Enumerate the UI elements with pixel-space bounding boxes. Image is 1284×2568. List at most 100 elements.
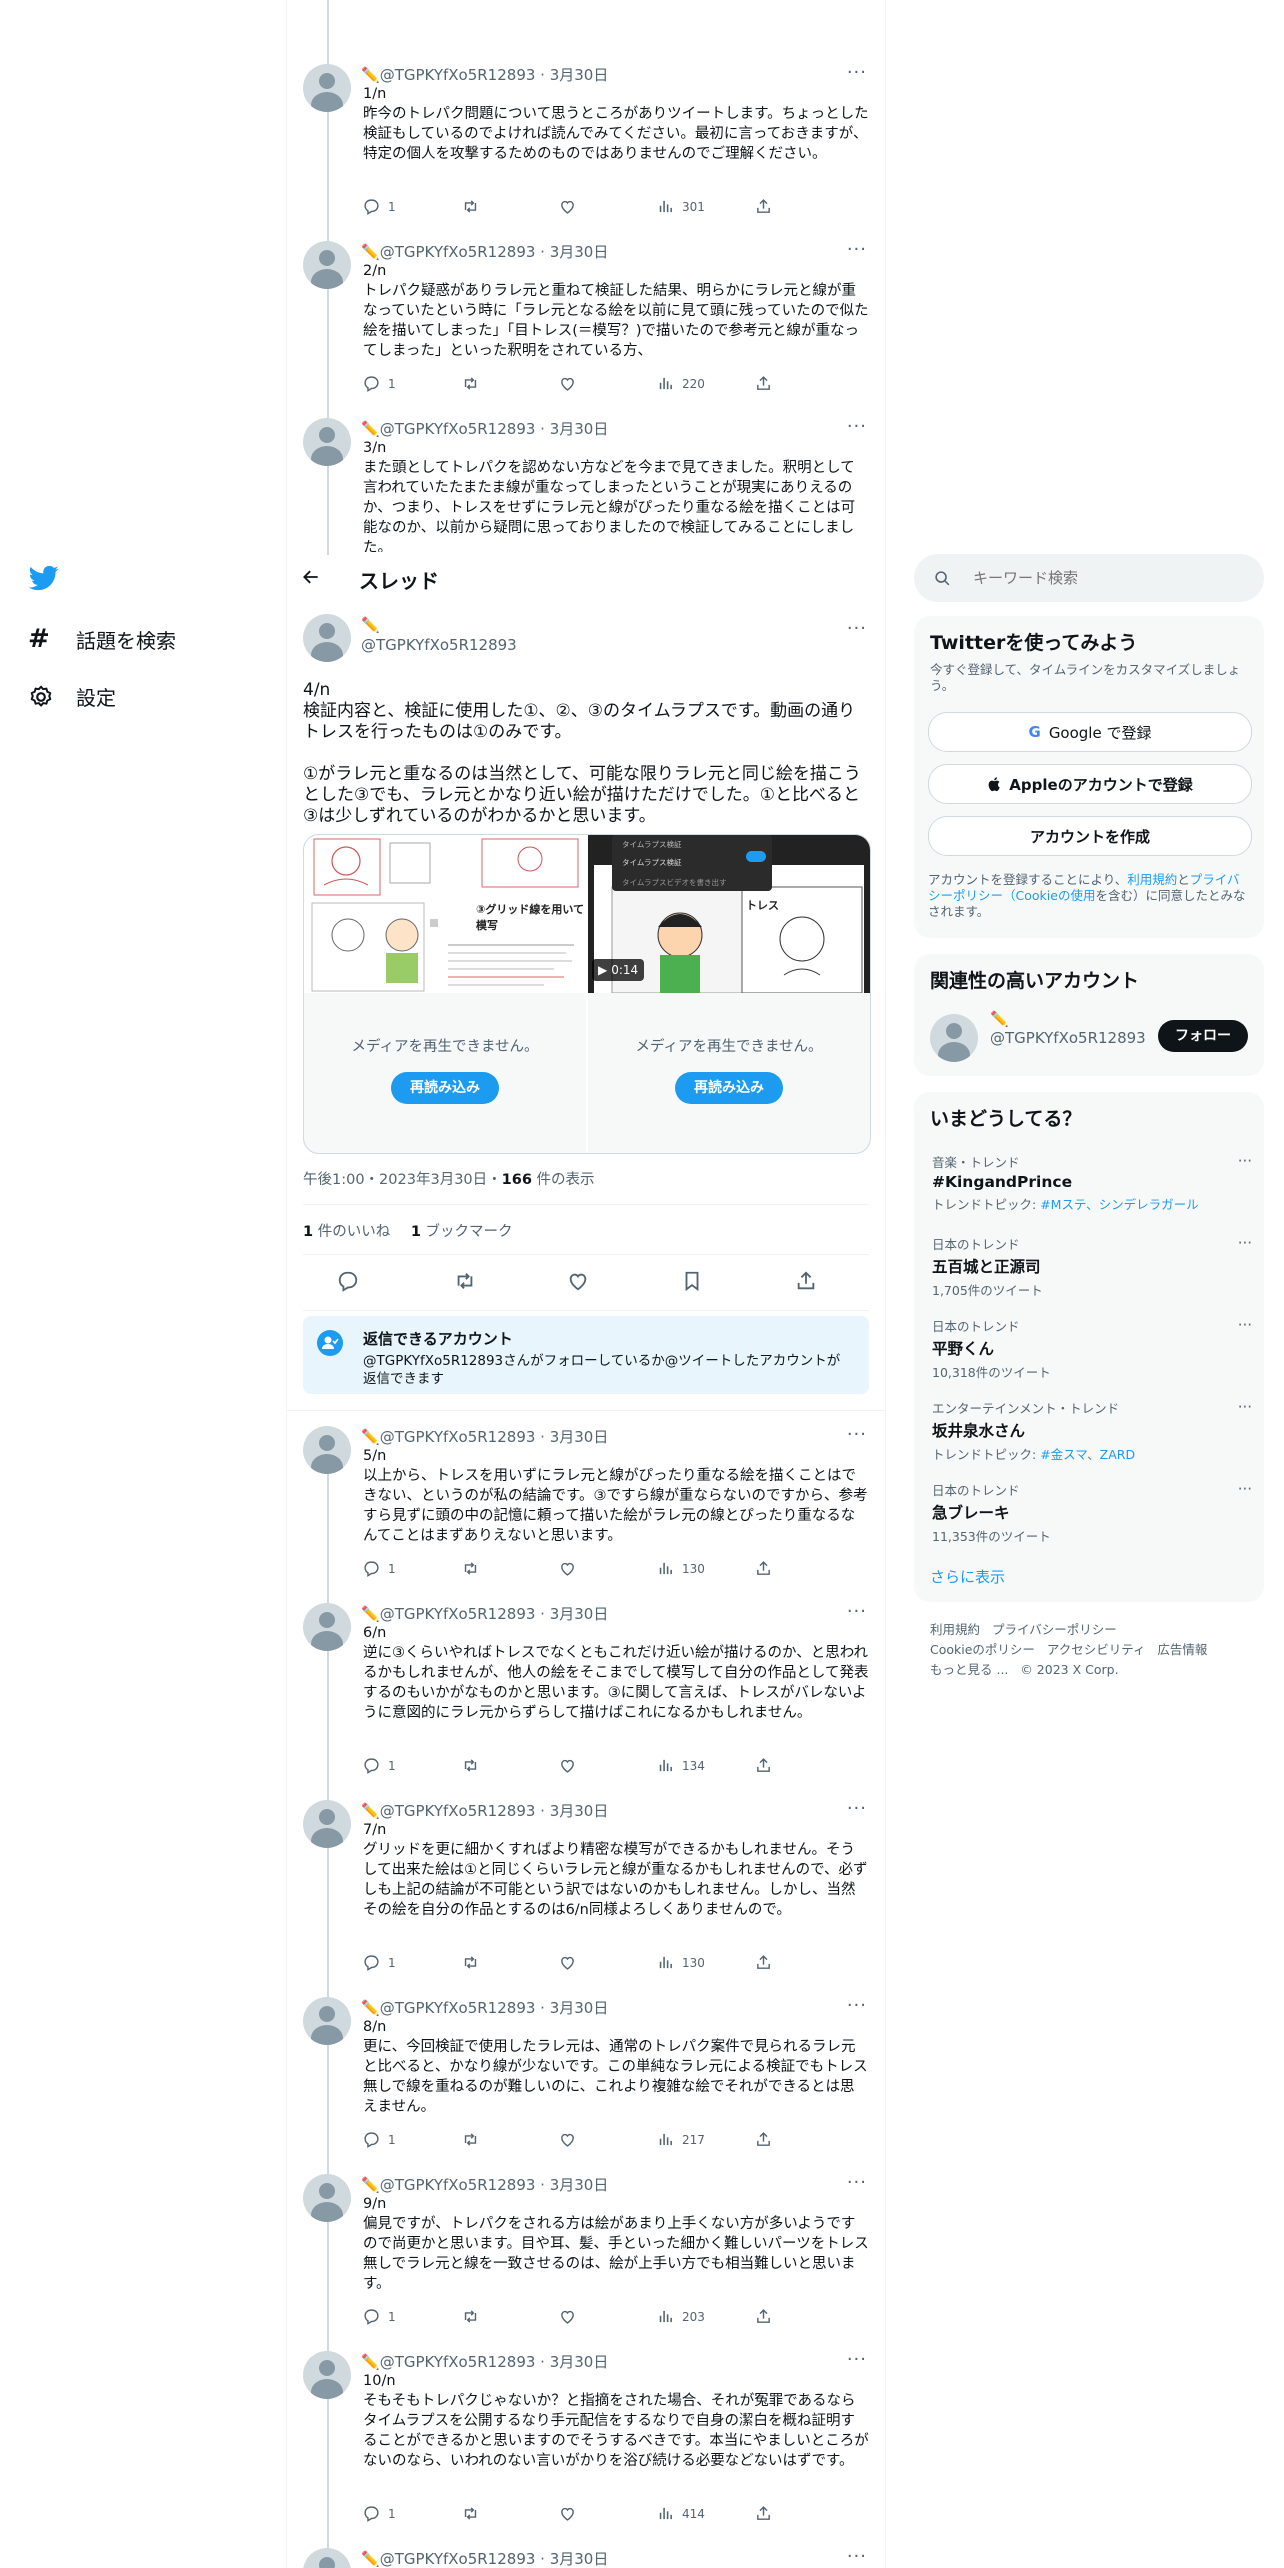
bookmark-button[interactable]: [681, 1270, 703, 1292]
share-button[interactable]: [755, 2308, 772, 2325]
author-handle[interactable]: @TGPKYfXo5R12893: [380, 1999, 536, 2017]
more-icon[interactable]: ···: [1238, 1152, 1252, 1170]
views-button[interactable]: 217: [657, 2131, 705, 2148]
like-button[interactable]: [559, 2505, 576, 2522]
retweet-button[interactable]: [461, 2505, 480, 2522]
like-button[interactable]: [559, 1954, 576, 1971]
more-icon[interactable]: ···: [847, 1601, 867, 1622]
author-handle[interactable]: @TGPKYfXo5R12893: [380, 2176, 536, 2194]
reply-button[interactable]: 1: [363, 1757, 396, 1774]
share-button[interactable]: [755, 375, 772, 392]
more-icon[interactable]: ···: [847, 2172, 867, 2193]
avatar[interactable]: [303, 2351, 351, 2399]
author-handle[interactable]: @TGPKYfXo5R12893: [380, 66, 536, 84]
tweet-date[interactable]: 3月30日: [550, 1802, 609, 1820]
trend-item[interactable]: 日本のトレンド 五百城と正源司 1,705件のツイート ···: [932, 1234, 1252, 1299]
trend-item[interactable]: エンターテインメント・トレンド 坂井泉水さん トレンドトピック: #金スマ、ZA…: [932, 1398, 1252, 1463]
share-button[interactable]: [755, 2131, 772, 2148]
reply-button[interactable]: 1: [363, 1954, 396, 1971]
reply-button[interactable]: 1: [363, 198, 396, 215]
more-icon[interactable]: ···: [1238, 1234, 1252, 1252]
tweet-timestamp[interactable]: 午後1:00・2023年3月30日・166 件の表示: [303, 1168, 595, 1189]
avatar[interactable]: [303, 1426, 351, 1474]
author-handle[interactable]: @TGPKYfXo5R12893: [380, 1802, 536, 1820]
tweet-date[interactable]: 3月30日: [550, 243, 609, 261]
more-icon[interactable]: ···: [847, 1798, 867, 1819]
likes-stat[interactable]: 1 件のいいね: [303, 1224, 390, 1240]
reply-button[interactable]: 1: [363, 2505, 396, 2522]
media-thumbnail-left[interactable]: ③グリッド線を用いて模写: [304, 835, 586, 993]
tweet-date[interactable]: 3月30日: [550, 1428, 609, 1446]
author-handle[interactable]: @TGPKYfXo5R12893: [380, 1605, 536, 1623]
tweet-date[interactable]: 3月30日: [550, 2550, 609, 2568]
cookie-link[interactable]: （Cookieの使用: [1003, 888, 1095, 903]
tweet-date[interactable]: 3月30日: [550, 1605, 609, 1623]
tweet-date[interactable]: 3月30日: [550, 2353, 609, 2371]
footer-link[interactable]: プライバシーポリシー: [992, 1622, 1117, 1637]
avatar[interactable]: [303, 2548, 351, 2568]
views-button[interactable]: 134: [657, 1757, 705, 1774]
author-handle[interactable]: @TGPKYfXo5R12893: [380, 1428, 536, 1446]
follow-button[interactable]: フォロー: [1158, 1020, 1248, 1052]
more-icon[interactable]: ···: [847, 2548, 867, 2567]
more-icon[interactable]: ···: [847, 62, 867, 83]
retweet-button[interactable]: [461, 2308, 480, 2325]
tweet-date[interactable]: 3月30日: [550, 420, 609, 438]
avatar[interactable]: [303, 1800, 351, 1848]
reply-button[interactable]: 1: [363, 1560, 396, 1577]
views-button[interactable]: 203: [657, 2308, 705, 2325]
thread-tweet[interactable]: ✏️@TGPKYfXo5R12893 · 3月30日 ···: [287, 2548, 885, 2568]
more-icon[interactable]: ···: [847, 1424, 867, 1445]
more-icon[interactable]: ···: [847, 618, 867, 639]
like-button[interactable]: [559, 198, 576, 215]
tweet-date[interactable]: 3月30日: [550, 66, 609, 84]
footer-link[interactable]: Cookieのポリシー: [930, 1642, 1035, 1657]
reply-button[interactable]: 1: [363, 375, 396, 392]
share-button[interactable]: [755, 198, 772, 215]
reload-button[interactable]: 再読み込み: [675, 1072, 783, 1104]
tweet-date[interactable]: 3月30日: [550, 2176, 609, 2194]
author-handle[interactable]: @TGPKYfXo5R12893: [380, 243, 536, 261]
like-button[interactable]: [559, 1757, 576, 1774]
share-button[interactable]: [755, 1757, 772, 1774]
trend-item[interactable]: 日本のトレンド 平野くん 10,318件のツイート ···: [932, 1316, 1252, 1381]
like-button[interactable]: [559, 2308, 576, 2325]
relevant-account-name[interactable]: ✏️ @TGPKYfXo5R12893: [990, 1010, 1146, 1047]
trend-item[interactable]: 音楽・トレンド #KingandPrince トレンドトピック: #Mステ、シン…: [932, 1152, 1252, 1213]
reply-button[interactable]: [337, 1270, 359, 1292]
author-name[interactable]: ✏️ @TGPKYfXo5R12893: [361, 616, 517, 654]
avatar[interactable]: [303, 241, 351, 289]
search-input[interactable]: [971, 568, 1235, 588]
like-button[interactable]: [567, 1270, 589, 1292]
more-icon[interactable]: ···: [847, 418, 867, 437]
share-button[interactable]: [755, 2505, 772, 2522]
footer-link[interactable]: 広告情報: [1157, 1642, 1207, 1657]
share-button[interactable]: [795, 1270, 817, 1292]
retweet-button[interactable]: [461, 1954, 480, 1971]
views-button[interactable]: 130: [657, 1560, 705, 1577]
retweet-button[interactable]: [461, 1757, 480, 1774]
views-button[interactable]: 220: [657, 375, 705, 392]
avatar[interactable]: [303, 2174, 351, 2222]
create-account-button[interactable]: アカウントを作成: [928, 816, 1252, 856]
show-more-link[interactable]: さらに表示: [930, 1566, 1005, 1587]
apple-signup-button[interactable]: Appleのアカウントで登録: [928, 764, 1252, 804]
reload-button[interactable]: 再読み込み: [391, 1072, 499, 1104]
share-button[interactable]: [755, 1954, 772, 1971]
avatar[interactable]: [303, 1997, 351, 2045]
avatar[interactable]: [303, 614, 351, 662]
reply-button[interactable]: 1: [363, 2131, 396, 2148]
tweet-date[interactable]: 3月30日: [550, 1999, 609, 2017]
toggle-switch[interactable]: [746, 851, 766, 862]
reply-button[interactable]: 1: [363, 2308, 396, 2325]
retweet-button[interactable]: [453, 1270, 477, 1292]
twitter-logo-icon[interactable]: [28, 563, 60, 593]
footer-link[interactable]: アクセシビリティ: [1047, 1642, 1146, 1657]
nav-settings[interactable]: 設定: [28, 682, 116, 711]
views-button[interactable]: 130: [657, 1954, 705, 1971]
avatar[interactable]: [303, 1603, 351, 1651]
more-icon[interactable]: ···: [847, 1995, 867, 2016]
author-handle[interactable]: @TGPKYfXo5R12893: [380, 2353, 536, 2371]
more-icon[interactable]: ···: [1238, 1316, 1252, 1334]
more-icon[interactable]: ···: [1238, 1398, 1252, 1416]
